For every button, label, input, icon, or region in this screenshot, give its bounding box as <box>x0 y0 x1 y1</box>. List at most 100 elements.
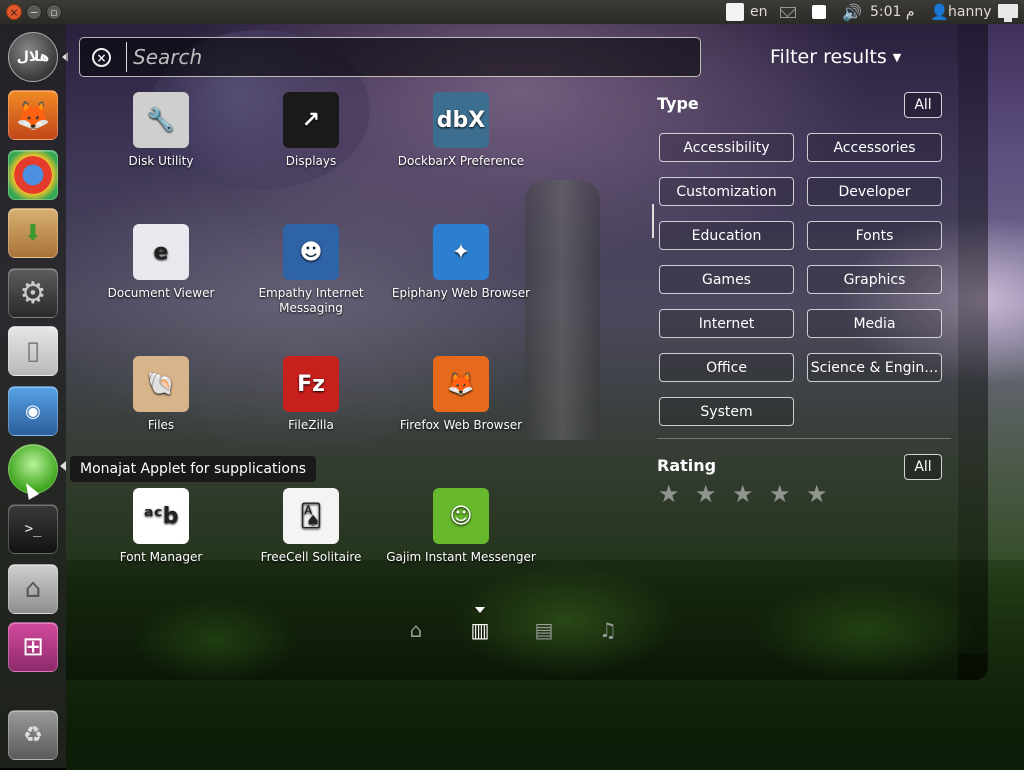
font-manager-icon: ᵃᶜb <box>133 488 189 544</box>
category-accessories[interactable]: Accessories <box>807 133 942 162</box>
app-label: Gajim Instant Messenger <box>386 550 536 564</box>
filezilla-icon: Fz <box>283 356 339 412</box>
rating-section-title: Rating <box>657 456 717 475</box>
dash-home-button[interactable]: هلال <box>8 32 58 82</box>
category-internet[interactable]: Internet <box>659 309 794 338</box>
gear-icon: ⚙ <box>19 275 47 311</box>
launcher-firefox[interactable]: 🦊 <box>8 90 58 140</box>
app-filezilla[interactable]: Fz FileZilla <box>236 356 386 433</box>
rating-star-icon[interactable]: ★ <box>658 480 680 508</box>
disk-utility-icon: 🔧 <box>133 92 189 148</box>
empathy-icon: ☻ <box>283 224 339 280</box>
search-box[interactable]: × <box>79 37 701 77</box>
category-developer[interactable]: Developer <box>807 177 942 206</box>
category-customization[interactable]: Customization <box>659 177 794 206</box>
app-label: FileZilla <box>288 418 334 432</box>
close-window-button[interactable]: × <box>6 4 22 20</box>
launcher-software-center[interactable]: ⬇ <box>8 208 58 258</box>
app-files[interactable]: 🐚 Files <box>86 356 236 433</box>
rating-star-icon[interactable]: ★ <box>695 480 717 508</box>
gajim-icon: ☺ <box>433 488 489 544</box>
document-icon: ▯ <box>25 336 41 366</box>
workspaces-icon: ⊞ <box>22 632 44 662</box>
session-icon[interactable] <box>998 4 1018 22</box>
active-lens-indicator-icon <box>475 607 485 613</box>
files-icon: 🐚 <box>133 356 189 412</box>
app-label: Displays <box>285 154 337 168</box>
app-freecell[interactable]: 🂡 FreeCell Solitaire <box>236 488 386 565</box>
restore-icon: ▫ <box>50 5 58 19</box>
music-lens-icon[interactable]: ♫ <box>596 618 620 642</box>
type-all-button[interactable]: All <box>904 92 942 118</box>
app-dockbarx[interactable]: dbX DockbarX Preference <box>386 92 536 169</box>
launcher-terminal[interactable]: >_ <box>8 504 58 554</box>
type-section-title: Type <box>657 94 699 113</box>
category-education[interactable]: Education <box>659 221 794 250</box>
app-label: Files <box>147 418 175 432</box>
launcher-tooltip: Monajat Applet for supplications <box>70 456 317 482</box>
terminal-icon: >_ <box>24 521 42 537</box>
launcher-workspace-switcher[interactable]: ⊞ <box>8 622 58 672</box>
document-viewer-icon: e <box>133 224 189 280</box>
firefox-icon: 🦊 <box>15 98 51 132</box>
filter-results-button[interactable]: Filter results ▼ <box>770 46 901 68</box>
trash-icon: ♻ <box>23 722 43 748</box>
epiphany-icon: ✦ <box>433 224 489 280</box>
displays-icon: ↗ <box>283 92 339 148</box>
firefox-icon: 🦊 <box>433 356 489 412</box>
app-empathy[interactable]: ☻ Empathy Internet Messaging <box>236 224 386 316</box>
app-label: DockbarX Preference <box>397 154 525 168</box>
launcher-home-folder[interactable]: ⌂ <box>8 564 58 614</box>
volume-icon[interactable]: 🔊 <box>842 3 862 22</box>
keyboard-language[interactable]: en <box>750 3 768 21</box>
clock[interactable]: 5:01 م <box>870 3 915 21</box>
app-gajim[interactable]: ☺ Gajim Instant Messenger <box>386 488 536 565</box>
category-science-engin[interactable]: Science & Engin… <box>807 353 942 382</box>
category-accessibility[interactable]: Accessibility <box>659 133 794 162</box>
software-center-icon: ⬇ <box>23 220 43 246</box>
files-lens-icon[interactable]: ▤ <box>532 618 556 642</box>
category-games[interactable]: Games <box>659 265 794 294</box>
app-epiphany[interactable]: ✦ Epiphany Web Browser <box>386 224 536 301</box>
username[interactable]: hanny <box>948 3 991 21</box>
keyboard-indicator-icon[interactable] <box>726 3 744 21</box>
scrollbar[interactable] <box>652 204 654 238</box>
app-font-manager[interactable]: ᵃᶜb Font Manager <box>86 488 236 565</box>
rating-star-icon[interactable]: ★ <box>806 480 828 508</box>
search-input[interactable] <box>126 42 686 72</box>
user-icon[interactable]: 👤 <box>930 3 949 21</box>
app-document-viewer[interactable]: e Document Viewer <box>86 224 236 301</box>
category-office[interactable]: Office <box>659 353 794 382</box>
category-fonts[interactable]: Fonts <box>807 221 942 250</box>
launcher-system-settings[interactable]: ⚙ <box>8 268 58 318</box>
dropdown-arrow-icon: ▼ <box>892 51 902 64</box>
app-disk-utility[interactable]: 🔧 Disk Utility <box>86 92 236 169</box>
app-label: Firefox Web Browser <box>399 418 523 432</box>
clear-search-icon[interactable]: × <box>92 48 111 67</box>
network-icon[interactable] <box>812 5 826 19</box>
app-displays[interactable]: ↗ Displays <box>236 92 386 169</box>
launcher-trash[interactable]: ♻ <box>8 710 58 760</box>
home-lens-icon[interactable]: ⌂ <box>404 618 428 642</box>
filter-results-label: Filter results <box>770 46 887 68</box>
maximize-window-button[interactable]: ▫ <box>46 4 62 20</box>
rating-star-icon[interactable]: ★ <box>732 480 754 508</box>
minimize-window-button[interactable]: − <box>26 4 42 20</box>
rating-all-button[interactable]: All <box>904 454 942 480</box>
rating-star-icon[interactable]: ★ <box>769 480 791 508</box>
filter-divider <box>657 438 951 439</box>
home-folder-icon: ⌂ <box>24 574 42 604</box>
launcher-libreoffice[interactable]: ▯ <box>8 326 58 376</box>
category-system[interactable]: System <box>659 397 794 426</box>
category-graphics[interactable]: Graphics <box>807 265 942 294</box>
dockbarx-icon: dbX <box>433 92 489 148</box>
app-label: FreeCell Solitaire <box>260 550 362 564</box>
launcher-eclipse[interactable]: ◉ <box>8 386 58 436</box>
applications-lens-icon[interactable]: ▥ <box>468 618 492 642</box>
app-label: Empathy Internet Messaging <box>258 286 364 315</box>
mail-icon[interactable] <box>780 7 796 18</box>
category-media[interactable]: Media <box>807 309 942 338</box>
minimize-icon: − <box>29 5 39 19</box>
launcher-chromium[interactable] <box>8 150 58 200</box>
app-firefox[interactable]: 🦊 Firefox Web Browser <box>386 356 536 433</box>
